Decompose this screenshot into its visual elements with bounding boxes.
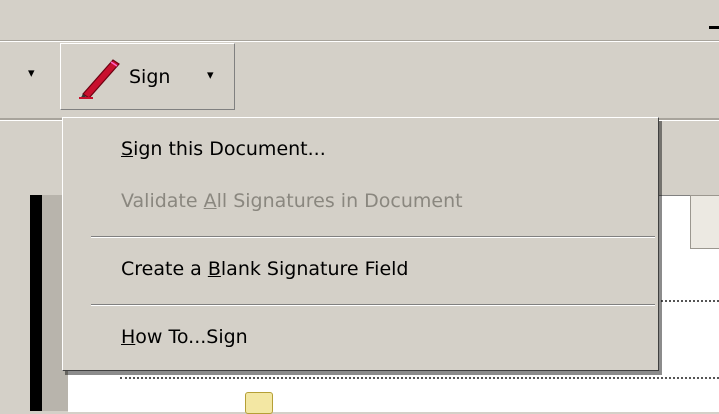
title-bar [0, 0, 719, 41]
menu-item-text: ign this Document... [133, 138, 326, 160]
menu-mnemonic: A [203, 190, 217, 212]
document-frame-edge [30, 195, 42, 411]
menu-item-sign-document[interactable]: Sign this Document... [121, 138, 326, 160]
menu-mnemonic: S [121, 138, 134, 160]
menu-separator [91, 236, 655, 238]
menu-item-validate-signatures: Validate All Signatures in Document [121, 190, 463, 212]
chevron-down-icon[interactable]: ▾ [207, 68, 214, 83]
menu-item-text: ll Signatures in Document [216, 190, 463, 212]
menu-item-text: lank Signature Field [220, 258, 409, 280]
sign-menu: Sign this Document... Validate All Signa… [62, 117, 659, 371]
menu-item-text: Validate [121, 190, 204, 212]
toolbar-dropdown-caret[interactable]: ▾ [28, 66, 35, 81]
sign-button-label: Sign [129, 66, 171, 88]
menu-item-text: Create a [121, 258, 208, 280]
menu-mnemonic: B [207, 258, 221, 280]
menu-item-blank-signature-field[interactable]: Create a Blank Signature Field [121, 258, 408, 280]
minimize-icon [709, 26, 719, 29]
side-panel [690, 195, 719, 249]
menu-separator [91, 304, 655, 306]
pen-icon [79, 59, 120, 99]
field-dotted-line [650, 300, 719, 302]
menu-mnemonic: H [121, 326, 136, 348]
sign-button[interactable]: Sign ▾ [60, 43, 235, 110]
minimize-button[interactable] [705, 0, 719, 40]
field-dotted-line [120, 377, 719, 379]
menu-item-how-to-sign[interactable]: How To...Sign [121, 326, 248, 348]
menu-item-text: ow To...Sign [135, 326, 248, 348]
